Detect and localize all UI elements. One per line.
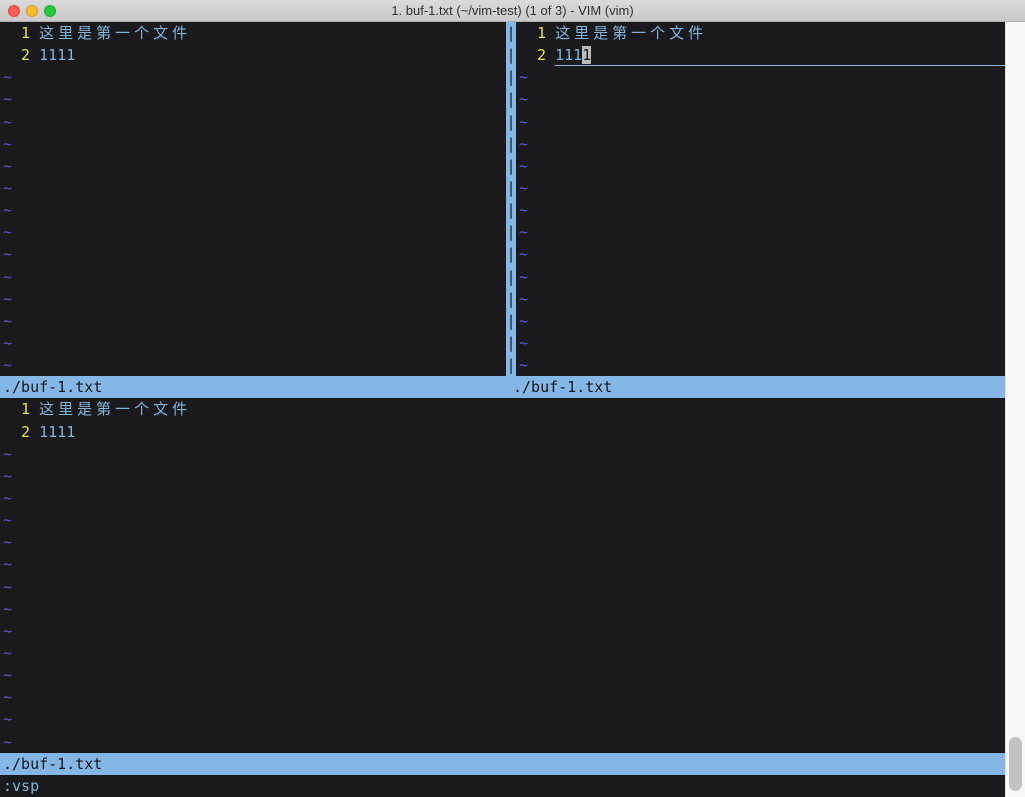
tilde-marker: ~ xyxy=(516,266,1005,288)
statusline-top-left: ./buf-1.txt xyxy=(0,376,510,398)
line-number: 1 xyxy=(3,22,39,44)
tilde-marker: ~ xyxy=(516,66,1005,88)
line-text: 1111 xyxy=(39,44,75,66)
separator-bar-glyph: | xyxy=(506,133,516,155)
tilde-marker: ~ xyxy=(0,288,506,310)
vim-window-bottom[interactable]: 1 这里是第一个文件 2 1111~~~~~~~~~~~~~~ xyxy=(0,398,1005,752)
line-text: 1111 xyxy=(555,44,1005,66)
tilde-marker: ~ xyxy=(516,354,1005,376)
tilde-marker: ~ xyxy=(0,66,506,88)
line-number: 2 xyxy=(3,421,39,443)
tilde-marker: ~ xyxy=(0,531,1005,553)
line-text: 这里是第一个文件 xyxy=(555,22,707,44)
buffer-line[interactable]: 1 这里是第一个文件 xyxy=(516,22,1005,44)
tilde-marker: ~ xyxy=(516,310,1005,332)
buffer-line[interactable]: 2 1111 xyxy=(516,44,1005,66)
tilde-marker: ~ xyxy=(0,487,1005,509)
top-split: 1 这里是第一个文件 2 1111~~~~~~~~~~~~~~ ||||||||… xyxy=(0,22,1005,376)
text-before-cursor: 111 xyxy=(555,46,582,64)
cursor-block: 1 xyxy=(582,46,591,64)
separator-bar-glyph: | xyxy=(506,221,516,243)
line-number: 2 xyxy=(519,44,555,66)
tilde-marker: ~ xyxy=(0,686,1005,708)
line-text: 1111 xyxy=(39,421,75,443)
tilde-marker: ~ xyxy=(0,266,506,288)
separator-bar-glyph: | xyxy=(506,177,516,199)
tilde-marker: ~ xyxy=(516,288,1005,310)
tilde-marker: ~ xyxy=(0,243,506,265)
vertical-split-separator[interactable]: |||||||||||||||| xyxy=(506,22,516,376)
tilde-marker: ~ xyxy=(0,509,1005,531)
tilde-marker: ~ xyxy=(516,199,1005,221)
tilde-marker: ~ xyxy=(516,88,1005,110)
tilde-marker: ~ xyxy=(0,731,1005,753)
titlebar[interactable]: 1. buf-1.txt (~/vim-test) (1 of 3) - VIM… xyxy=(0,0,1025,22)
separator-bar-glyph: | xyxy=(506,354,516,376)
tilde-marker: ~ xyxy=(0,177,506,199)
separator-bar-glyph: | xyxy=(506,310,516,332)
separator-bar-glyph: | xyxy=(506,22,516,44)
vim-editor[interactable]: 1 这里是第一个文件 2 1111~~~~~~~~~~~~~~ ||||||||… xyxy=(0,22,1005,797)
window-title: 1. buf-1.txt (~/vim-test) (1 of 3) - VIM… xyxy=(0,3,1025,18)
tilde-marker: ~ xyxy=(0,310,506,332)
vim-app-window: 1. buf-1.txt (~/vim-test) (1 of 3) - VIM… xyxy=(0,0,1025,797)
tilde-marker: ~ xyxy=(0,553,1005,575)
tilde-marker: ~ xyxy=(0,443,1005,465)
buffer-line[interactable]: 1 这里是第一个文件 xyxy=(0,398,1005,420)
tilde-marker: ~ xyxy=(516,155,1005,177)
tilde-marker: ~ xyxy=(0,354,506,376)
window-controls xyxy=(8,5,56,17)
vim-window-top-right[interactable]: 1 这里是第一个文件 2 1111~~~~~~~~~~~~~~ xyxy=(516,22,1005,376)
zoom-button[interactable] xyxy=(44,5,56,17)
tilde-marker: ~ xyxy=(0,642,1005,664)
tilde-marker: ~ xyxy=(516,111,1005,133)
separator-bar-glyph: | xyxy=(506,199,516,221)
separator-bar-glyph: | xyxy=(506,155,516,177)
separator-bar-glyph: | xyxy=(506,88,516,110)
separator-bar-glyph: | xyxy=(506,243,516,265)
tilde-marker: ~ xyxy=(0,620,1005,642)
tilde-marker: ~ xyxy=(0,133,506,155)
tilde-marker: ~ xyxy=(0,332,506,354)
line-number: 1 xyxy=(3,398,39,420)
separator-bar-glyph: | xyxy=(506,66,516,88)
scrollbar-thumb[interactable] xyxy=(1009,737,1022,791)
tilde-marker: ~ xyxy=(0,598,1005,620)
tilde-marker: ~ xyxy=(0,576,1005,598)
separator-bar-glyph: | xyxy=(506,44,516,66)
separator-bar-glyph: | xyxy=(506,288,516,310)
tilde-marker: ~ xyxy=(516,332,1005,354)
line-number: 2 xyxy=(3,44,39,66)
line-text: 这里是第一个文件 xyxy=(39,22,191,44)
command-line[interactable]: :vsp xyxy=(0,775,1005,797)
tilde-marker: ~ xyxy=(516,243,1005,265)
tilde-marker: ~ xyxy=(0,708,1005,730)
tilde-marker: ~ xyxy=(516,221,1005,243)
scrollbar[interactable] xyxy=(1005,22,1025,797)
tilde-marker: ~ xyxy=(0,199,506,221)
tilde-marker: ~ xyxy=(516,133,1005,155)
tilde-marker: ~ xyxy=(0,221,506,243)
buffer-line[interactable]: 1 这里是第一个文件 xyxy=(0,22,506,44)
line-text: 这里是第一个文件 xyxy=(39,398,191,420)
separator-bar-glyph: | xyxy=(506,332,516,354)
window-content: 1 这里是第一个文件 2 1111~~~~~~~~~~~~~~ ||||||||… xyxy=(0,22,1025,797)
close-button[interactable] xyxy=(8,5,20,17)
buffer-line[interactable]: 2 1111 xyxy=(0,421,1005,443)
separator-bar-glyph: | xyxy=(506,266,516,288)
statusline-row: ./buf-1.txt ./buf-1.txt xyxy=(0,376,1005,398)
vim-window-top-left[interactable]: 1 这里是第一个文件 2 1111~~~~~~~~~~~~~~ xyxy=(0,22,506,376)
tilde-marker: ~ xyxy=(0,465,1005,487)
statusline-top-right: ./buf-1.txt xyxy=(510,376,1005,398)
separator-bar-glyph: | xyxy=(506,111,516,133)
tilde-marker: ~ xyxy=(0,111,506,133)
tilde-marker: ~ xyxy=(0,664,1005,686)
tilde-marker: ~ xyxy=(0,88,506,110)
line-number: 1 xyxy=(519,22,555,44)
buffer-line[interactable]: 2 1111 xyxy=(0,44,506,66)
minimize-button[interactable] xyxy=(26,5,38,17)
statusline-bottom: ./buf-1.txt xyxy=(0,753,1005,775)
tilde-marker: ~ xyxy=(516,177,1005,199)
tilde-marker: ~ xyxy=(0,155,506,177)
